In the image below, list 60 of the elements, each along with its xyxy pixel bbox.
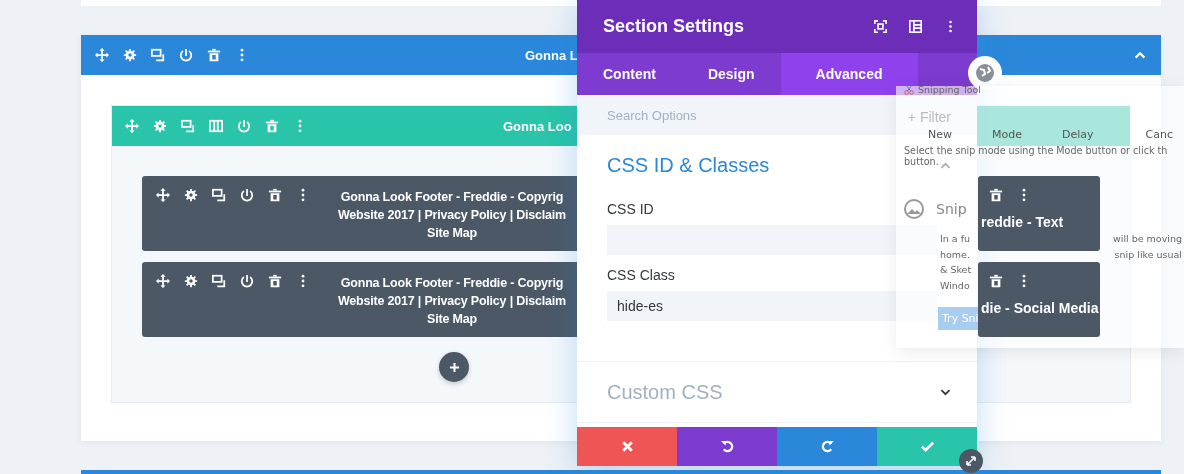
module-title: Site Map [427,225,477,242]
tab[interactable]: Advanced [780,53,918,95]
modal-title: Section Settings [603,16,745,37]
toolbar-button[interactable]: Delay [1062,128,1094,141]
sidebar-icon[interactable] [909,20,922,33]
module-title: Site Map [427,311,477,328]
scissors-icon [904,85,914,95]
trash-icon[interactable] [989,188,1003,202]
notice-text: In a fu [940,233,971,245]
close-icon [620,440,634,453]
section-title: Gonna L [525,47,578,63]
tab[interactable]: Design [681,53,781,95]
row-title: Gonna Loo [503,118,572,134]
hint-text: Select the snip mode using the Mode button or click th [904,145,1168,156]
group-title[interactable]: CSS ID & Classes [607,153,770,177]
move-icon[interactable] [95,48,109,62]
resize-handle[interactable] [959,449,983,473]
trash-icon[interactable] [268,274,282,288]
redo-icon [820,440,834,453]
tab[interactable]: Content [577,53,682,95]
module-title: Gonna Look Footer - Freddie - Copyrig [340,189,564,206]
notice-text: will be moving [1113,233,1182,245]
toolbar-button[interactable]: Canc [1145,128,1173,141]
save-button[interactable] [877,427,977,466]
trash-icon[interactable] [207,48,221,62]
duplicate-icon[interactable] [212,188,226,202]
settings-icon[interactable] [123,48,137,62]
notice-text: & Sket [940,264,972,276]
toolbar-button[interactable]: Mode [992,128,1022,141]
notice-text: Windo [940,279,970,291]
duplicate-icon[interactable] [151,48,165,62]
field-label: CSS ID [607,201,654,217]
module-title: die - Social Media [981,300,1099,316]
settings-icon[interactable] [184,188,198,202]
duplicate-icon[interactable] [212,274,226,288]
notice-text: home. [940,248,970,260]
checkmark-icon [920,440,934,453]
add-module-button[interactable] [439,352,469,382]
module-title: Website 2017 | Privacy Policy | Disclaim [337,293,567,310]
undo-icon [720,440,734,453]
mountain-icon [904,199,924,219]
notice-text: snip like usual [1114,248,1182,260]
power-icon[interactable] [240,188,254,202]
trash-icon[interactable] [989,274,1003,288]
move-icon[interactable] [156,274,170,288]
window-title: Snipping Tool [918,85,981,95]
input-field[interactable]: hide-es [607,291,937,321]
fullscreen-icon[interactable] [874,20,887,33]
field-label: CSS Class [607,267,675,283]
power-icon[interactable] [179,48,193,62]
hint-text: button. [904,156,939,167]
move-icon[interactable] [156,188,170,202]
power-icon[interactable] [240,274,254,288]
module-title: reddie - Text [981,214,1064,230]
settings-icon[interactable] [184,274,198,288]
plus-icon [448,361,460,373]
module-title: Website 2017 | Privacy Policy | Disclaim [337,207,567,224]
trash-icon[interactable] [268,188,282,202]
notice-title: Snip [936,201,967,217]
module-title: Gonna Look Footer - Freddie - Copyrig [340,275,564,292]
